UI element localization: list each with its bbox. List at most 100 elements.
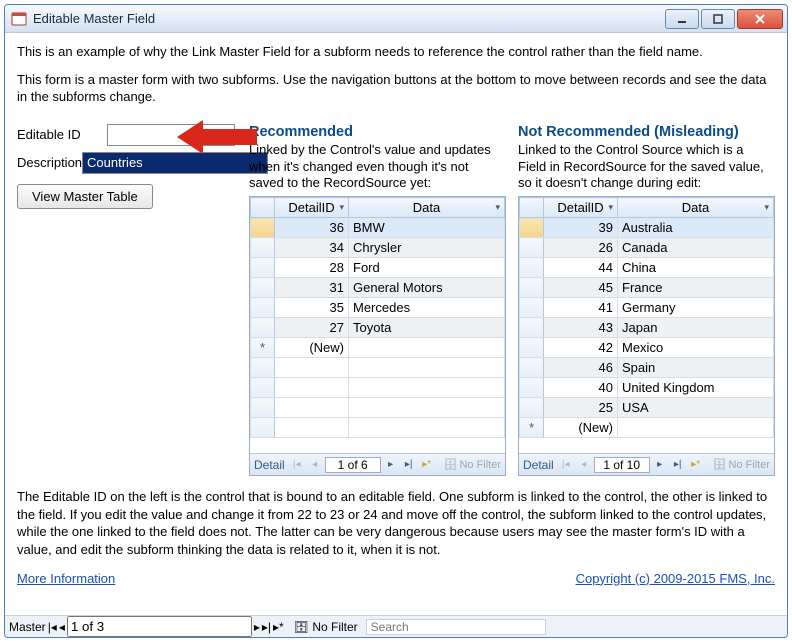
nav-new-button[interactable]: ▸*	[688, 457, 704, 473]
cell-detailid[interactable]: (New)	[275, 338, 349, 358]
minimize-button[interactable]	[665, 9, 699, 29]
cell-data[interactable]	[349, 338, 505, 358]
copyright-link[interactable]: Copyright (c) 2009-2015 FMS, Inc.	[576, 571, 775, 586]
table-row[interactable]: 40United Kingdom	[520, 378, 774, 398]
chevron-down-icon[interactable]: ▾	[608, 202, 613, 213]
cell-data[interactable]: China	[618, 258, 774, 278]
nav-new-button[interactable]: ▸*	[273, 620, 284, 634]
row-selector[interactable]	[251, 218, 275, 238]
table-row[interactable]: 35Mercedes	[251, 298, 505, 318]
table-row[interactable]: 25USA	[520, 398, 774, 418]
table-row[interactable]: 46Spain	[520, 358, 774, 378]
row-selector[interactable]	[520, 338, 544, 358]
cell-data[interactable]: BMW	[349, 218, 505, 238]
row-selector[interactable]	[251, 238, 275, 258]
cell-data[interactable]: General Motors	[349, 278, 505, 298]
cell-detailid[interactable]: 45	[544, 278, 618, 298]
description-input[interactable]	[82, 152, 268, 174]
no-filter[interactable]: 🗄 No Filter	[294, 620, 358, 634]
cell-detailid[interactable]: 34	[275, 238, 349, 258]
row-selector-header[interactable]	[520, 198, 544, 218]
row-selector[interactable]	[520, 258, 544, 278]
table-row[interactable]: 31General Motors	[251, 278, 505, 298]
nav-prev-button[interactable]: ◂	[307, 457, 323, 473]
cell-data[interactable]	[618, 418, 774, 438]
row-selector[interactable]	[520, 358, 544, 378]
cell-detailid[interactable]: 36	[275, 218, 349, 238]
table-row[interactable]: 42Mexico	[520, 338, 774, 358]
nav-next-button[interactable]: ▸	[383, 457, 399, 473]
cell-data[interactable]: Ford	[349, 258, 505, 278]
row-selector[interactable]	[520, 238, 544, 258]
col-detailid[interactable]: DetailID▾	[275, 198, 349, 218]
cell-data[interactable]: France	[618, 278, 774, 298]
cell-detailid[interactable]: 28	[275, 258, 349, 278]
row-selector[interactable]	[520, 278, 544, 298]
table-row[interactable]: 41Germany	[520, 298, 774, 318]
nav-next-button[interactable]: ▸	[652, 457, 668, 473]
row-selector[interactable]	[251, 278, 275, 298]
table-row[interactable]: 39Australia	[520, 218, 774, 238]
editable-id-input[interactable]	[107, 124, 235, 146]
row-selector[interactable]	[520, 298, 544, 318]
row-selector[interactable]	[520, 318, 544, 338]
close-button[interactable]	[737, 9, 783, 29]
view-master-table-button[interactable]: View Master Table	[17, 184, 153, 209]
nav-position[interactable]	[594, 457, 650, 473]
chevron-down-icon[interactable]: ▾	[495, 202, 500, 213]
table-new-row[interactable]: *(New)	[520, 418, 774, 438]
cell-data[interactable]: Mercedes	[349, 298, 505, 318]
maximize-button[interactable]	[701, 9, 735, 29]
no-filter[interactable]: 🗄 No Filter	[712, 458, 770, 471]
cell-detailid[interactable]: 27	[275, 318, 349, 338]
row-selector[interactable]	[520, 398, 544, 418]
table-row[interactable]: 36BMW	[251, 218, 505, 238]
cell-data[interactable]: United Kingdom	[618, 378, 774, 398]
more-information-link[interactable]: More Information	[17, 571, 115, 586]
table-row[interactable]: 45France	[520, 278, 774, 298]
table-row[interactable]: 27Toyota	[251, 318, 505, 338]
cell-detailid[interactable]: 41	[544, 298, 618, 318]
row-selector-header[interactable]	[251, 198, 275, 218]
nav-last-button[interactable]: ▸|	[262, 620, 271, 634]
table-row[interactable]: 34Chrysler	[251, 238, 505, 258]
table-row[interactable]: 26Canada	[520, 238, 774, 258]
row-selector[interactable]	[251, 258, 275, 278]
titlebar[interactable]: Editable Master Field	[5, 5, 787, 33]
cell-data[interactable]: Germany	[618, 298, 774, 318]
nav-prev-button[interactable]: ◂	[59, 620, 65, 634]
table-row[interactable]: 43Japan	[520, 318, 774, 338]
row-selector[interactable]	[251, 298, 275, 318]
cell-data[interactable]: Australia	[618, 218, 774, 238]
cell-detailid[interactable]: (New)	[544, 418, 618, 438]
nav-position[interactable]	[325, 457, 381, 473]
cell-detailid[interactable]: 44	[544, 258, 618, 278]
cell-detailid[interactable]: 42	[544, 338, 618, 358]
table-row[interactable]: 28Ford	[251, 258, 505, 278]
nav-new-button[interactable]: ▸*	[419, 457, 435, 473]
nav-first-button[interactable]: |◂	[558, 457, 574, 473]
nav-prev-button[interactable]: ◂	[576, 457, 592, 473]
cell-detailid[interactable]: 40	[544, 378, 618, 398]
row-selector[interactable]	[520, 378, 544, 398]
nav-first-button[interactable]: |◂	[289, 457, 305, 473]
nav-first-button[interactable]: |◂	[48, 620, 57, 634]
col-data[interactable]: Data▾	[618, 198, 774, 218]
cell-detailid[interactable]: 35	[275, 298, 349, 318]
col-detailid[interactable]: DetailID▾	[544, 198, 618, 218]
cell-data[interactable]: USA	[618, 398, 774, 418]
cell-detailid[interactable]: 25	[544, 398, 618, 418]
row-selector[interactable]	[520, 218, 544, 238]
nav-next-button[interactable]: ▸	[254, 620, 260, 634]
cell-data[interactable]: Spain	[618, 358, 774, 378]
cell-data[interactable]: Mexico	[618, 338, 774, 358]
cell-detailid[interactable]: 43	[544, 318, 618, 338]
recommended-grid[interactable]: DetailID▾ Data▾ 36BMW34Chrysler28Ford31G…	[249, 196, 506, 476]
chevron-down-icon[interactable]: ▾	[764, 202, 769, 213]
row-selector[interactable]	[251, 318, 275, 338]
nav-last-button[interactable]: ▸|	[401, 457, 417, 473]
nav-last-button[interactable]: ▸|	[670, 457, 686, 473]
chevron-down-icon[interactable]: ▾	[339, 202, 344, 213]
no-filter[interactable]: 🗄 No Filter	[443, 458, 501, 471]
table-new-row[interactable]: *(New)	[251, 338, 505, 358]
